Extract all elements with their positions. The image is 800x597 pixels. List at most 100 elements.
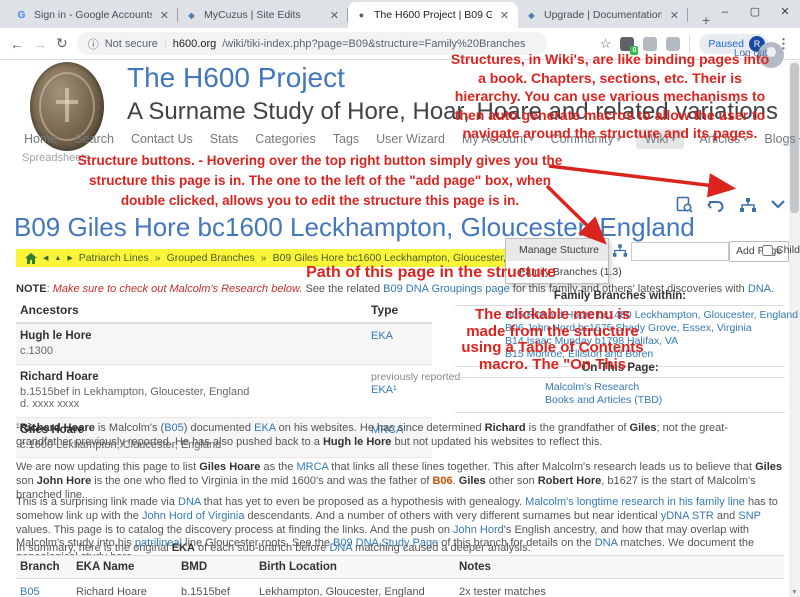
text-segment: but not updated his websites to reflect …: [391, 436, 602, 448]
inline-link[interactable]: DNA: [178, 496, 201, 508]
reload-icon[interactable]: ↻: [56, 35, 68, 52]
nav-item-home[interactable]: Home: [24, 132, 57, 146]
inline-link[interactable]: yDNA STR: [661, 510, 714, 522]
extension-icon[interactable]: [643, 37, 657, 51]
text-segment: Giles: [755, 461, 782, 473]
info-icon[interactable]: ⓘ: [88, 36, 99, 52]
breadcrumb-up-icon[interactable]: ▲: [54, 255, 61, 262]
inline-link[interactable]: DNA: [329, 542, 352, 554]
ancestor-detail: c.1300: [20, 345, 371, 358]
tab-tiki-docs[interactable]: ◆ Upgrade | Documentation for Ti ✕: [518, 2, 688, 28]
birth-location-cell: Lekhampton, Gloucester, England: [259, 586, 459, 597]
text-segment: Richard: [485, 422, 526, 434]
close-tab-icon[interactable]: ✕: [328, 9, 341, 22]
close-tab-icon[interactable]: ✕: [158, 9, 171, 22]
google-favicon: G: [15, 9, 28, 22]
ancestor-detail: d. xxxx xxxx: [20, 398, 371, 411]
panel-title: Family Branches within:: [455, 290, 785, 306]
url-host: h600.org: [173, 38, 216, 50]
inline-link[interactable]: B06: [432, 475, 452, 487]
type-link: EKA¹: [371, 384, 428, 397]
table-header-row: Branch EKA Name BMD Birth Location Notes: [16, 555, 784, 579]
undo-icon[interactable]: [707, 197, 725, 213]
text-segment: and: [714, 510, 738, 522]
text-segment: that has yet to even be proposed as a hy…: [201, 496, 526, 508]
column-header: Branch: [20, 561, 76, 573]
scroll-down-icon[interactable]: ▼: [789, 589, 800, 596]
inline-link[interactable]: EKA: [371, 330, 393, 342]
nav-item-stats[interactable]: Stats: [210, 132, 239, 146]
breadcrumb-link[interactable]: Patriarch Lines: [79, 252, 149, 264]
inline-link[interactable]: EKA¹: [371, 384, 397, 396]
close-window-icon[interactable]: ✕: [770, 0, 800, 26]
child-checkbox-group: Child: [762, 244, 800, 256]
text-segment: NOTE: [16, 283, 47, 295]
view-source-icon[interactable]: [676, 196, 693, 213]
chevron-down-icon[interactable]: [771, 200, 785, 209]
close-tab-icon[interactable]: ✕: [498, 9, 511, 22]
site-title[interactable]: The H600 Project: [127, 62, 345, 94]
tab-h600-active[interactable]: ● The H600 Project | B09 Giles Ho ✕: [348, 2, 518, 28]
footnote-paragraph: ¹Richard Hoare is Malcolm's (B05) docume…: [16, 422, 784, 450]
table-row: Hugh le Hore c.1300 EKA: [16, 324, 432, 365]
text-segment: EKA: [172, 542, 195, 554]
column-header: EKA Name: [76, 561, 181, 573]
tab-title: Sign in - Google Accounts: [34, 9, 152, 21]
child-checkbox[interactable]: [762, 245, 773, 256]
on-this-page-link[interactable]: Malcolm's Research: [545, 381, 785, 394]
nav-item-contact-us[interactable]: Contact Us: [131, 132, 193, 146]
tab-title: The H600 Project | B09 Giles Ho: [374, 9, 492, 21]
nav-item-tags[interactable]: Tags: [333, 132, 359, 146]
breadcrumb-separator: »: [155, 252, 161, 264]
edit-structure-icon[interactable]: [612, 243, 628, 263]
breadcrumb-prev-icon[interactable]: ◀: [43, 254, 48, 262]
text-segment: In summary, here is the original: [16, 542, 172, 554]
tab-google-signin[interactable]: G Sign in - Google Accounts ✕: [8, 2, 178, 28]
annotation-clickable-menu: The clickable menu is made from the stru…: [395, 307, 710, 373]
inline-link[interactable]: SNP: [738, 510, 760, 522]
nav-item-search[interactable]: Search: [74, 132, 114, 146]
minimize-icon[interactable]: –: [710, 0, 740, 26]
add-page-input[interactable]: [631, 242, 729, 261]
text-segment: John Hore: [37, 475, 91, 487]
inline-link[interactable]: B05: [20, 586, 40, 597]
text-segment: Hugh le Hore: [323, 436, 391, 448]
ancestor-detail: b.1515bef in Lekhampton, Gloucester, Eng…: [20, 386, 371, 399]
home-icon[interactable]: [25, 253, 37, 264]
on-this-page-link[interactable]: Books and Articles (TBD): [545, 394, 785, 407]
ancestor-name: Richard Hoare: [20, 371, 371, 384]
close-tab-icon[interactable]: ✕: [668, 9, 681, 22]
branch-cell: B05: [20, 586, 76, 597]
h600-favicon: ●: [355, 9, 368, 22]
text-segment: This is a surprising link made via: [16, 496, 178, 508]
tab-mycuzus[interactable]: ◆ MyCuzus | Site Edits ✕: [178, 2, 348, 28]
breadcrumb-next-icon[interactable]: ▶: [67, 254, 72, 262]
text-segment: We are now updating this page to list: [16, 461, 199, 473]
breadcrumb-separator: »: [261, 252, 267, 264]
nav-item-categories[interactable]: Categories: [255, 132, 315, 146]
tab-title: MyCuzus | Site Edits: [204, 9, 322, 21]
forward-icon[interactable]: →: [33, 36, 47, 52]
table-row: B05 Richard Hoare b.1515bef Lekhampton, …: [16, 579, 784, 597]
extension-icon[interactable]: [666, 37, 680, 51]
text-segment: other son: [486, 475, 538, 487]
summary-line: In summary, here is the original EKA of …: [16, 542, 784, 556]
inline-link[interactable]: Malcolm's longtime research in his famil…: [525, 496, 745, 508]
text-segment: on his websites. He has since determined: [276, 422, 485, 434]
maximize-icon[interactable]: ▢: [740, 0, 770, 26]
text-segment: descendants. And a number of others with…: [244, 510, 660, 522]
menu-item-manage-structure[interactable]: Manage Stucture: [506, 239, 608, 261]
inline-link[interactable]: B05: [164, 422, 184, 434]
back-icon[interactable]: ←: [10, 36, 24, 52]
inline-link[interactable]: MRCA: [296, 461, 328, 473]
extension-icon[interactable]: 0: [620, 37, 634, 51]
inline-link[interactable]: EKA: [254, 422, 275, 434]
page-toolbar: [676, 196, 785, 213]
inline-link[interactable]: John Hord: [453, 524, 504, 536]
breadcrumb-link[interactable]: Grouped Branches: [167, 252, 255, 264]
text-segment: of each sub-branch before: [195, 542, 330, 554]
structure-icon[interactable]: [739, 197, 757, 213]
inline-link[interactable]: John Hord of Virginia: [142, 510, 245, 522]
column-header: Notes: [459, 561, 780, 573]
text-segment: Giles Hoare: [199, 461, 260, 473]
